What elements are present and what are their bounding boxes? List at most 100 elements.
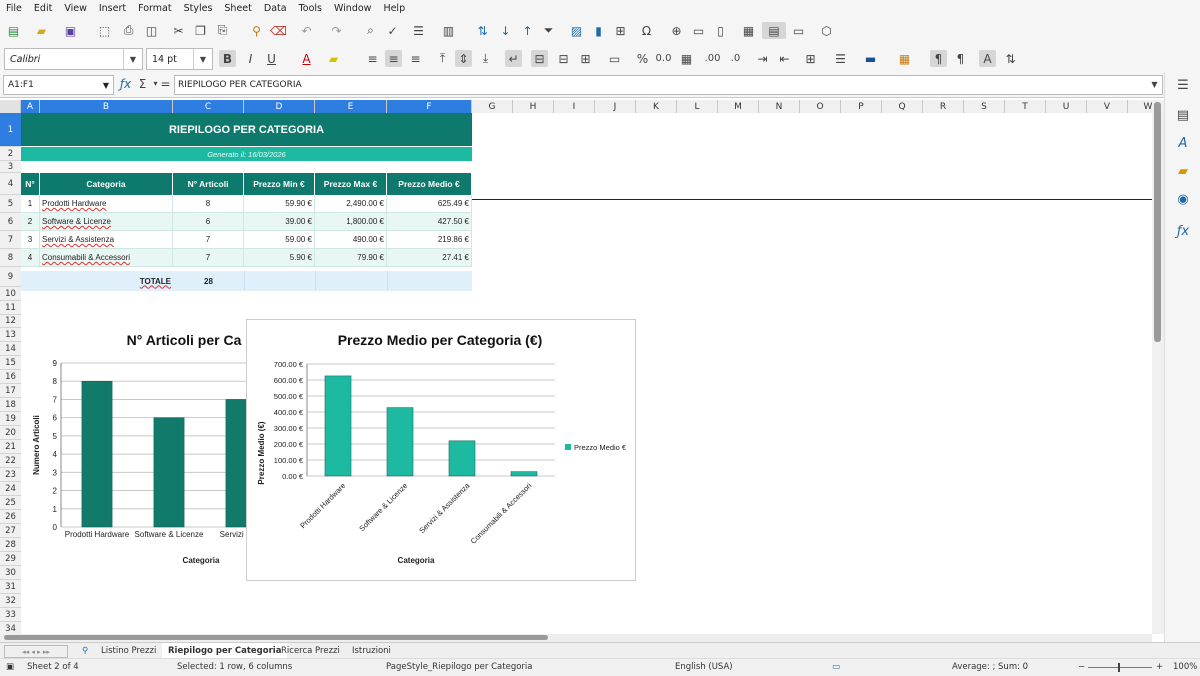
row-header[interactable]: 32 — [0, 594, 21, 608]
border-style-icon[interactable]: ☰ — [832, 50, 849, 67]
row-header[interactable]: 2 — [0, 147, 21, 161]
row-header[interactable]: 11 — [0, 301, 21, 315]
row-header[interactable]: 10 — [0, 287, 21, 301]
column-header[interactable]: U — [1046, 100, 1087, 113]
row-header[interactable]: 20 — [0, 426, 21, 440]
zoom-out-icon[interactable]: − — [1078, 662, 1085, 672]
function-wizard-icon[interactable]: ƒx — [117, 75, 134, 92]
freeze-rows-columns-icon[interactable]: ▤ — [762, 22, 786, 39]
delete-decimal-icon[interactable]: .0 — [727, 50, 744, 67]
menu-item[interactable]: Help — [377, 3, 411, 14]
table-cell[interactable]: 3 — [21, 231, 40, 249]
row-header[interactable]: 19 — [0, 412, 21, 426]
table-cell[interactable]: 1 — [21, 195, 40, 213]
column-header[interactable]: G — [472, 100, 513, 113]
row-header[interactable]: 9 — [0, 267, 21, 287]
table-cell[interactable]: 79.90 € — [315, 249, 387, 267]
autofilter-icon[interactable]: ⏷ — [540, 22, 557, 39]
navigator-icon[interactable]: ◉ — [1174, 190, 1192, 208]
header-cell[interactable]: N° — [21, 173, 40, 195]
row-header[interactable]: 7 — [0, 231, 21, 249]
row-header[interactable]: 33 — [0, 608, 21, 622]
header-cell[interactable]: Prezzo Max € — [315, 173, 387, 195]
table-cell[interactable]: 2,490.00 € — [315, 195, 387, 213]
row-header[interactable]: 4 — [0, 173, 21, 195]
column-header[interactable]: R — [923, 100, 964, 113]
menu-icon[interactable]: ☰ — [1174, 76, 1192, 94]
new-icon[interactable]: ▤ — [5, 22, 22, 39]
right-to-left-icon[interactable]: ¶ — [952, 50, 969, 67]
column-header[interactable]: A — [21, 100, 40, 113]
table-cell[interactable]: Consumabili & Accessori — [40, 249, 173, 267]
align-top-icon[interactable]: ⤒ — [434, 50, 451, 67]
scroll-thumb[interactable] — [1154, 102, 1161, 342]
row-header[interactable]: 23 — [0, 468, 21, 482]
column-icon[interactable]: ▥ — [440, 22, 457, 39]
hscroll-thumb[interactable] — [4, 635, 548, 640]
table-cell[interactable]: 4 — [21, 249, 40, 267]
menu-item[interactable]: Format — [132, 3, 177, 14]
sort-ascending-icon[interactable]: ↓ — [497, 22, 514, 39]
conditional-format-icon[interactable]: ▦ — [896, 50, 913, 67]
table-cell[interactable]: 490.00 € — [315, 231, 387, 249]
comment-icon[interactable]: ▭ — [690, 22, 707, 39]
row-header[interactable]: 27 — [0, 524, 21, 538]
header-cell[interactable]: N° Articoli — [173, 173, 244, 195]
row-header[interactable]: 22 — [0, 454, 21, 468]
zoom-slider[interactable] — [1088, 667, 1152, 668]
undo-icon[interactable]: ↶ — [298, 22, 315, 39]
wrap-text-icon[interactable]: ↵ — [505, 50, 522, 67]
column-header[interactable]: I — [554, 100, 595, 113]
column-header[interactable]: H — [513, 100, 554, 113]
table-cell[interactable]: 5.90 € — [244, 249, 315, 267]
font-name-box[interactable]: Calibri ▼ — [4, 48, 143, 70]
gallery-icon[interactable]: ▰ — [1174, 162, 1192, 180]
text-direction-icon[interactable]: ⇅ — [1002, 50, 1019, 67]
select-all-corner[interactable] — [0, 100, 21, 113]
zoom-slider-handle[interactable] — [1118, 663, 1120, 672]
column-header[interactable]: K — [636, 100, 677, 113]
row-header[interactable]: 13 — [0, 328, 21, 342]
table-cell[interactable]: 1,800.00 € — [315, 213, 387, 231]
total-cell-a[interactable] — [21, 271, 40, 291]
row-header[interactable]: 17 — [0, 384, 21, 398]
table-cell[interactable]: 8 — [173, 195, 244, 213]
menu-item[interactable]: Window — [328, 3, 377, 14]
align-middle-icon[interactable]: ⇕ — [455, 50, 472, 67]
column-header[interactable]: Q — [882, 100, 923, 113]
tab-istruzioni[interactable]: Istruzioni — [346, 643, 397, 658]
expand-formula-icon[interactable]: ▼ — [1146, 76, 1163, 93]
add-sheet-icon[interactable]: ⚲ — [76, 643, 94, 658]
row-header[interactable]: 30 — [0, 566, 21, 580]
spelling-icon[interactable]: ✓ — [384, 22, 401, 39]
table-cell[interactable]: 27.41 € — [387, 249, 472, 267]
hyperlink-icon[interactable]: ⊕ — [668, 22, 685, 39]
column-header[interactable]: P — [841, 100, 882, 113]
font-size-box[interactable]: 14 pt ▼ — [146, 48, 213, 70]
increase-indent-icon[interactable]: ⇥ — [754, 50, 771, 67]
title-cell[interactable]: RIEPILOGO PER CATEGORIA — [21, 113, 472, 146]
vertical-scrollbar[interactable] — [1152, 100, 1164, 634]
menu-item[interactable]: Sheet — [218, 3, 257, 14]
row-header[interactable]: 31 — [0, 580, 21, 594]
row-header[interactable]: 12 — [0, 315, 21, 328]
chart-avg-price[interactable]: Prezzo Medio per Categoria (€) 0.00 € 100.… — [246, 319, 636, 581]
redo-icon[interactable]: ↷ — [328, 22, 345, 39]
tab-nav-buttons[interactable]: ◂◂ ◂ ▸ ▸▸ — [4, 645, 68, 658]
horizontal-scrollbar[interactable] — [0, 634, 1152, 642]
column-header[interactable]: L — [677, 100, 718, 113]
align-right-icon[interactable]: ≡ — [407, 50, 424, 67]
clear-format-icon[interactable]: ⌫ — [270, 22, 287, 39]
highlight-icon[interactable]: ▰ — [325, 50, 342, 67]
row-header[interactable]: 18 — [0, 398, 21, 412]
row-header[interactable]: 16 — [0, 370, 21, 384]
row-header[interactable]: 34 — [0, 622, 21, 634]
column-header[interactable]: N — [759, 100, 800, 113]
row-icon[interactable]: ☰ — [410, 22, 427, 39]
tab-listino-prezzi[interactable]: Listino Prezzi — [95, 643, 162, 658]
print-preview-icon[interactable]: ◫ — [143, 22, 160, 39]
name-box[interactable]: A1:F1 ▼ — [3, 75, 114, 95]
align-left-icon[interactable]: ≡ — [364, 50, 381, 67]
table-cell[interactable]: 625.49 € — [387, 195, 472, 213]
formula-input[interactable]: RIEPILOGO PER CATEGORIA — [174, 75, 1163, 95]
